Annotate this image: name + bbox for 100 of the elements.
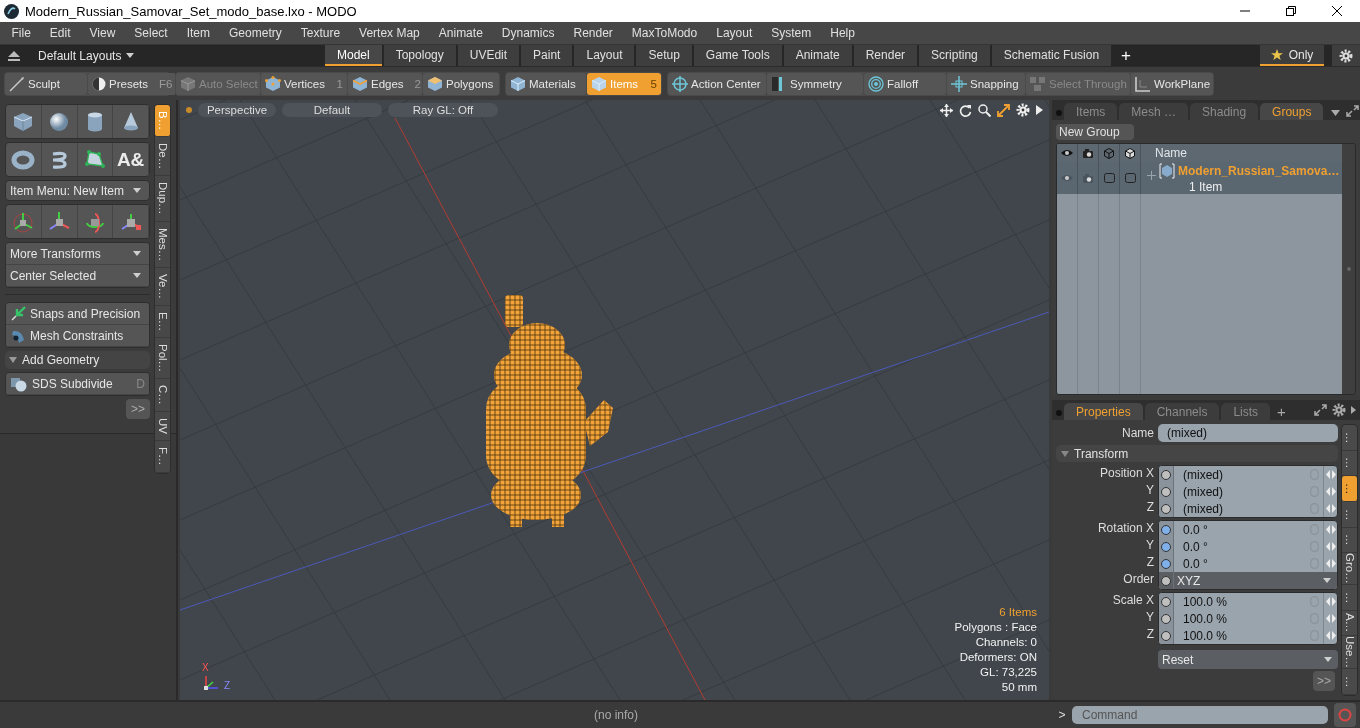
side-tab[interactable]: De… bbox=[155, 137, 170, 177]
sculpt-button[interactable]: Sculpt bbox=[5, 72, 87, 95]
value-field[interactable]: 0.0 ° bbox=[1174, 521, 1310, 538]
side-tab[interactable]: Dup… bbox=[155, 176, 170, 222]
layout-tab[interactable]: Animate bbox=[783, 45, 852, 66]
toolbar-button[interactable]: Materials bbox=[506, 72, 586, 95]
transform-dropdown[interactable]: Center Selected bbox=[6, 265, 149, 287]
presets-button[interactable]: Presets F6 bbox=[88, 72, 177, 95]
layout-tab[interactable]: Topology bbox=[383, 45, 456, 66]
toolbar-button[interactable]: Falloff bbox=[864, 72, 946, 95]
toolbar-button[interactable]: Vertices 1 bbox=[261, 72, 347, 95]
value-field[interactable]: 100.0 % bbox=[1174, 627, 1310, 644]
menu-item[interactable]: Dynamics bbox=[492, 22, 564, 44]
menu-item[interactable]: MaxToModo bbox=[622, 22, 707, 44]
menu-item[interactable]: File bbox=[2, 22, 41, 44]
toolbar-button[interactable]: Snapping bbox=[947, 72, 1025, 95]
layout-tab[interactable]: Layout bbox=[574, 45, 635, 66]
side-tab[interactable]: C… bbox=[155, 379, 170, 413]
value-field[interactable]: 100.0 % bbox=[1174, 610, 1310, 627]
menu-item[interactable]: Help bbox=[820, 22, 865, 44]
add-tab-button[interactable]: + bbox=[1272, 403, 1291, 420]
menu-item[interactable]: Item bbox=[177, 22, 220, 44]
layout-tab[interactable]: Render bbox=[853, 45, 918, 66]
panel-dot-icon bbox=[1056, 110, 1062, 116]
value-field[interactable]: (mixed) bbox=[1174, 500, 1310, 517]
layout-tab[interactable]: Model bbox=[325, 45, 382, 66]
viewport-option-button[interactable]: Perspective bbox=[198, 103, 276, 117]
menu-item[interactable]: Edit bbox=[40, 22, 81, 44]
order-dropdown[interactable]: XYZ bbox=[1174, 572, 1337, 589]
toolbar-button[interactable]: Items 5 bbox=[587, 72, 661, 95]
side-tab[interactable]: … bbox=[1342, 502, 1357, 528]
arrows-icon bbox=[1325, 487, 1336, 496]
side-tab[interactable]: Gro… bbox=[1342, 553, 1357, 586]
section-header[interactable]: Transform bbox=[1056, 445, 1338, 462]
viewport-option-button[interactable]: Ray GL: Off bbox=[388, 103, 498, 117]
value-field[interactable]: 100.0 % bbox=[1174, 593, 1310, 610]
settings-icon bbox=[1339, 48, 1353, 63]
name-field[interactable]: (mixed) bbox=[1158, 424, 1338, 442]
transform-dropdown[interactable]: More Transforms bbox=[6, 243, 149, 265]
settings-button[interactable] bbox=[1332, 45, 1360, 66]
side-tab[interactable]: A… bbox=[1342, 610, 1357, 637]
toolbar-button[interactable]: Edges 2 bbox=[348, 72, 422, 95]
tool-button[interactable]: Snaps and Precision bbox=[6, 303, 149, 325]
panel-tab[interactable]: Properties bbox=[1064, 403, 1143, 420]
layouts-dropdown[interactable]: Default Layouts bbox=[28, 45, 325, 66]
menu-item[interactable]: Layout bbox=[706, 22, 762, 44]
viewport-stat: GL: 73,225 bbox=[980, 665, 1037, 679]
side-tab[interactable]: Use… bbox=[1342, 636, 1357, 670]
toolbar-button[interactable]: Symmetry bbox=[767, 72, 863, 95]
value-field[interactable]: 0.0 ° bbox=[1174, 555, 1310, 572]
side-tab[interactable]: … bbox=[1342, 669, 1357, 695]
menu-item[interactable]: View bbox=[80, 22, 125, 44]
rotate-icon bbox=[959, 103, 972, 117]
menu-item[interactable]: Select bbox=[124, 22, 178, 44]
viewport-option-button[interactable]: Default bbox=[282, 103, 382, 117]
side-tab[interactable]: E… bbox=[155, 306, 170, 339]
layout-tab[interactable]: Schematic Fusion bbox=[991, 45, 1112, 66]
viewport-stat: 50 mm bbox=[1001, 680, 1037, 694]
command-field[interactable]: Command bbox=[1072, 706, 1328, 724]
vertex-cube-icon bbox=[265, 75, 281, 92]
menu-item[interactable]: Animate bbox=[429, 22, 493, 44]
section-header[interactable]: Add Geometry bbox=[5, 351, 150, 369]
menu-item[interactable]: System bbox=[761, 22, 821, 44]
menu-item[interactable]: Render bbox=[564, 22, 623, 44]
value-field[interactable]: 0.0 ° bbox=[1174, 538, 1310, 555]
layout-tab[interactable]: Game Tools bbox=[693, 45, 782, 66]
panel-tab[interactable]: Mesh … bbox=[1119, 103, 1189, 120]
tool-button[interactable]: Mesh Constraints bbox=[6, 325, 149, 347]
side-tab[interactable]: F… bbox=[155, 441, 170, 473]
side-tab[interactable]: Pol… bbox=[155, 338, 170, 380]
new-group-button[interactable]: New Group bbox=[1056, 124, 1134, 140]
side-tab[interactable]: Mes… bbox=[155, 222, 170, 269]
reset-dropdown[interactable]: Reset bbox=[1158, 650, 1338, 669]
only-toggle[interactable]: Only bbox=[1260, 45, 1324, 66]
side-tab[interactable]: Ve… bbox=[155, 268, 170, 307]
eye-icon bbox=[1061, 174, 1073, 182]
side-tab[interactable]: … bbox=[1342, 476, 1357, 502]
side-tab[interactable]: … bbox=[1342, 585, 1357, 611]
command-prompt: > bbox=[1057, 708, 1067, 722]
layout-tab[interactable]: Scripting bbox=[919, 45, 990, 66]
menu-item[interactable]: Geometry bbox=[219, 22, 292, 44]
toolbar-button[interactable]: Polygons bbox=[423, 72, 499, 95]
item-menu-dropdown[interactable]: Item Menu: New Item bbox=[5, 180, 150, 201]
viewport-stat: Deformers: ON bbox=[959, 650, 1037, 664]
value-field[interactable]: (mixed) bbox=[1174, 483, 1310, 500]
toolbar-button[interactable]: WorkPlane bbox=[1131, 72, 1213, 95]
side-tab[interactable]: UV bbox=[155, 412, 170, 442]
record-button[interactable] bbox=[1334, 703, 1356, 727]
menu-item[interactable]: Vertex Map bbox=[349, 22, 430, 44]
layout-tab[interactable]: UVEdit bbox=[457, 45, 520, 66]
panel-tab[interactable]: Groups bbox=[1260, 103, 1324, 120]
add-tab-button[interactable]: + bbox=[1113, 45, 1140, 66]
menu-item[interactable]: Texture bbox=[291, 22, 350, 44]
toolbar-button[interactable]: Action Center bbox=[668, 72, 766, 95]
text-tool-button[interactable]: A& bbox=[113, 143, 149, 176]
side-tab[interactable]: … bbox=[1342, 527, 1357, 554]
value-field[interactable]: (mixed) bbox=[1174, 466, 1310, 483]
layout-tab[interactable]: Paint bbox=[521, 45, 573, 66]
layout-tab[interactable]: Setup bbox=[636, 45, 692, 66]
side-tab[interactable]: … bbox=[1342, 425, 1357, 451]
